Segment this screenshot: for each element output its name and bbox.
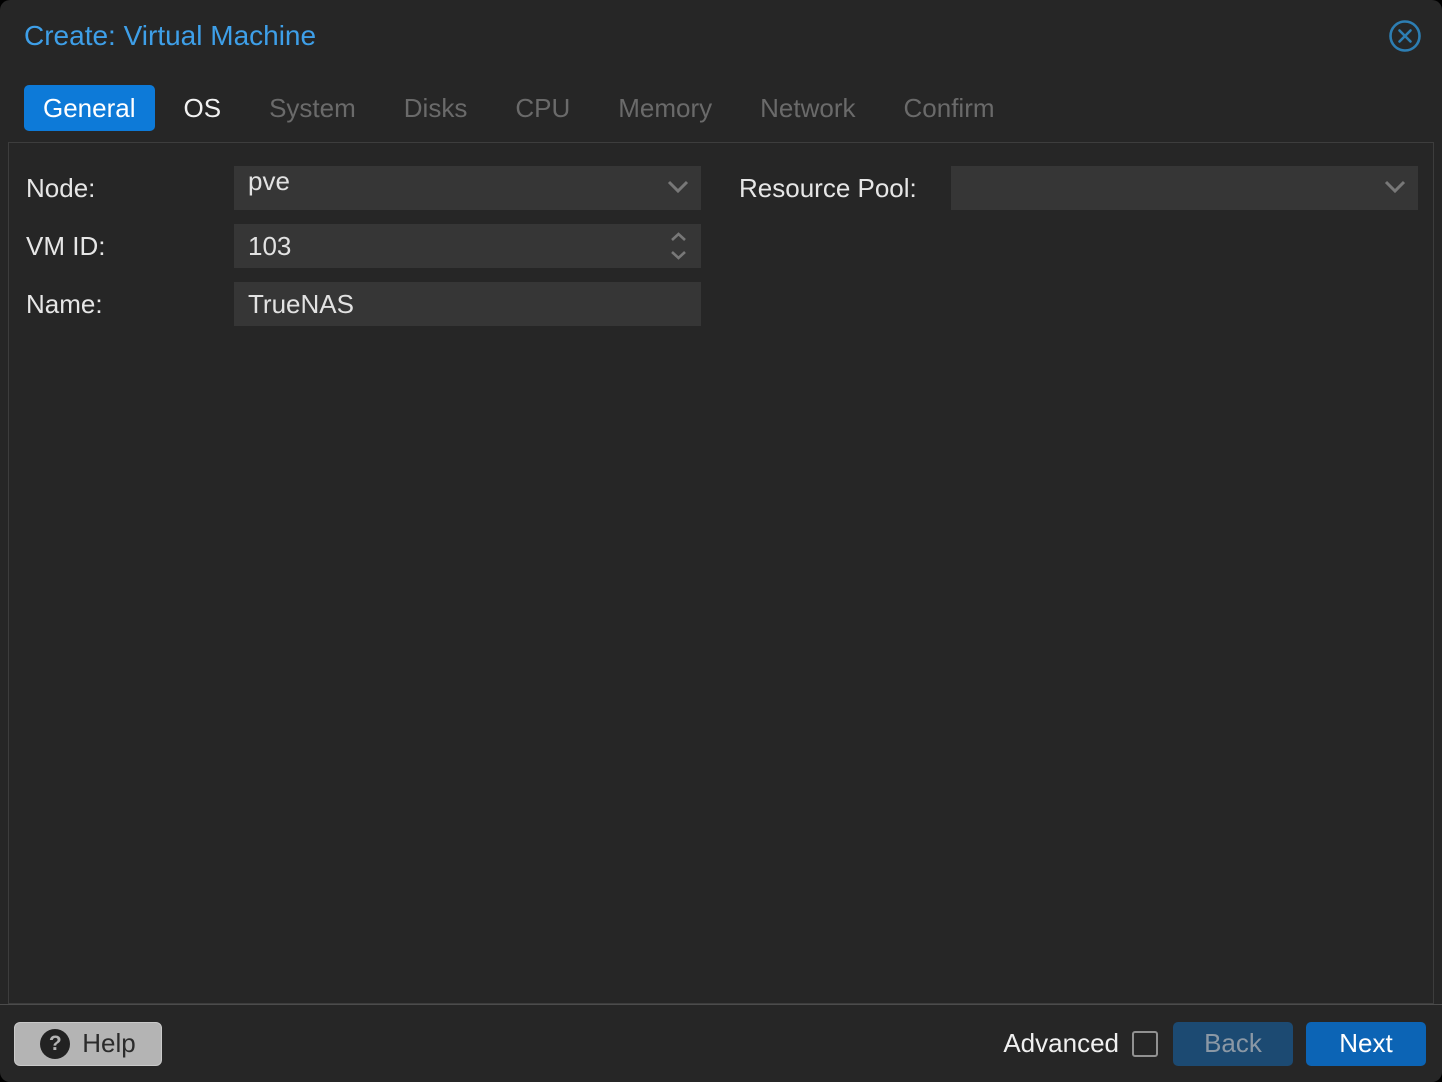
advanced-checkbox[interactable] <box>1132 1031 1158 1057</box>
close-button[interactable] <box>1388 19 1422 53</box>
dialog-title: Create: Virtual Machine <box>24 20 316 52</box>
general-tab-panel: Node: pve VM ID: <box>8 142 1434 1004</box>
help-button-label: Help <box>82 1028 135 1059</box>
tab-general[interactable]: General <box>24 85 155 131</box>
resource-pool-label: Resource Pool: <box>739 173 951 204</box>
resource-pool-value <box>951 166 1418 210</box>
form-left-column: Node: pve VM ID: <box>26 166 701 340</box>
create-vm-dialog: Create: Virtual Machine General OS Syste… <box>0 0 1442 1082</box>
dialog-footer: ? Help Advanced Back Next <box>0 1004 1442 1082</box>
next-button[interactable]: Next <box>1306 1022 1426 1066</box>
tab-system[interactable]: System <box>250 85 375 131</box>
tab-cpu[interactable]: CPU <box>496 85 589 131</box>
wizard-tabbar: General OS System Disks CPU Memory Netwo… <box>24 85 1014 131</box>
help-button[interactable]: ? Help <box>14 1022 162 1066</box>
tab-memory[interactable]: Memory <box>599 85 731 131</box>
node-value: pve <box>234 166 701 210</box>
vm-id-spin-buttons[interactable] <box>655 224 701 268</box>
name-label: Name: <box>26 289 234 320</box>
resource-pool-row: Resource Pool: <box>739 166 1418 210</box>
tab-disks[interactable]: Disks <box>385 85 487 131</box>
footer-actions: Advanced Back Next <box>1003 1022 1426 1066</box>
tab-os[interactable]: OS <box>165 85 241 131</box>
vm-id-input[interactable] <box>234 224 701 268</box>
node-label: Node: <box>26 173 234 204</box>
node-row: Node: pve <box>26 166 701 210</box>
chevron-up-icon <box>670 230 687 245</box>
vm-id-row: VM ID: <box>26 224 701 268</box>
close-icon <box>1388 41 1422 56</box>
tab-network[interactable]: Network <box>741 85 874 131</box>
name-field[interactable] <box>234 282 701 326</box>
question-mark-icon: ? <box>40 1029 70 1059</box>
tab-confirm[interactable]: Confirm <box>885 85 1014 131</box>
node-select[interactable]: pve <box>234 166 701 210</box>
resource-pool-dropdown-trigger[interactable] <box>1372 166 1418 210</box>
advanced-label: Advanced <box>1003 1028 1119 1059</box>
form-right-column: Resource Pool: <box>739 166 1418 224</box>
name-row: Name: <box>26 282 701 326</box>
resource-pool-select[interactable] <box>951 166 1418 210</box>
chevron-down-icon <box>1384 180 1406 196</box>
chevron-down-icon <box>670 248 687 263</box>
chevron-down-icon <box>667 180 689 196</box>
node-dropdown-trigger[interactable] <box>655 166 701 210</box>
vm-id-spinner[interactable] <box>234 224 701 268</box>
back-button[interactable]: Back <box>1173 1022 1293 1066</box>
vm-id-label: VM ID: <box>26 231 234 262</box>
name-input[interactable] <box>234 282 701 326</box>
